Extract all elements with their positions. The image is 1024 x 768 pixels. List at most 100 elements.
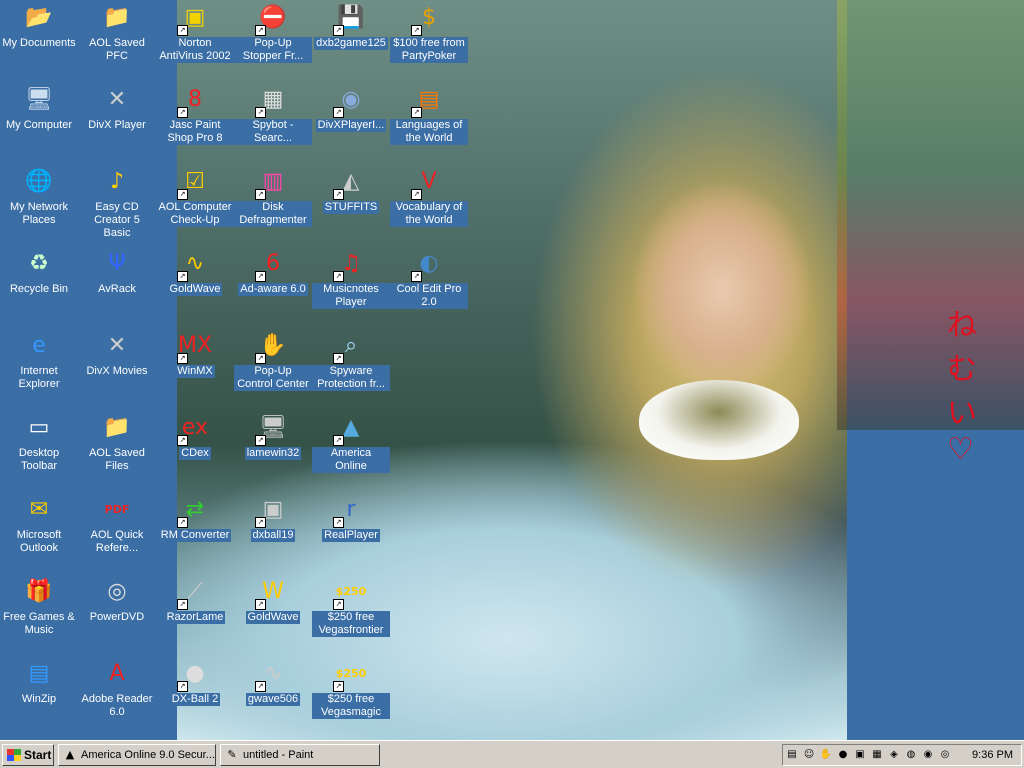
desktop-icon-checkup[interactable]: ☑ ↗ AOL Computer Check-Up — [156, 166, 234, 227]
paintshop-icon: 8 ↗ — [177, 84, 211, 118]
desktop-icon-goldwave[interactable]: W ↗ GoldWave — [234, 576, 312, 624]
tray-notepad-icon[interactable]: ▤ — [785, 748, 799, 762]
desktop-icon-folder-documents[interactable]: 📂 My Documents — [0, 2, 78, 50]
hand-stop-icon: ✋ ↗ — [255, 330, 289, 364]
tray-realplayer-icon[interactable]: ◎ — [938, 748, 952, 762]
desktop-icon-pdf[interactable]: PDF AOL Quick Refere... — [78, 494, 156, 555]
tray-network-icon[interactable]: ◉ — [921, 748, 935, 762]
shortcut-arrow-icon: ↗ — [177, 435, 188, 446]
winmx-icon: MX ↗ — [177, 330, 212, 364]
shortcut-arrow-icon: ↗ — [333, 189, 344, 200]
desktop-icon-spybot[interactable]: ▦ ↗ Spybot - Searc... — [234, 84, 312, 145]
desktop-icon-norton[interactable]: ▣ ↗ Norton AntiVirus 2002 — [156, 2, 234, 63]
desktop-icon-aol[interactable]: ▲ ↗ America Online — [312, 412, 390, 473]
cd-creator-icon-glyph: ♪ — [109, 169, 125, 194]
desktop-icon-installer-disc[interactable]: ◉ ↗ DivXPlayerI... — [312, 84, 390, 132]
recycle-bin-icon-glyph: ♻ — [29, 251, 49, 276]
desktop-icon-rm-converter[interactable]: ⇄ ↗ RM Converter — [156, 494, 234, 542]
taskbar: Start ▲ America Online 9.0 Secur... ✎ untit… — [0, 740, 1024, 768]
desktop-icon-lame[interactable]: 🖥 ↗ lamewin32 — [234, 412, 312, 460]
folder-documents-icon-glyph: 📂 — [25, 5, 53, 30]
desktop-icon-outlook[interactable]: ✉ Microsoft Outlook — [0, 494, 78, 555]
cdex-icon: ex ↗ — [177, 412, 211, 446]
desktop-icon-folder[interactable]: 📁 AOL Saved PFC — [78, 2, 156, 63]
tray-monitor-icon[interactable]: ▣ — [853, 748, 867, 762]
desktop-icon-vegas[interactable]: $250 ↗ $250 free Vegasfrontier — [312, 576, 390, 637]
desktop-icon-casino-chip[interactable]: $ ↗ $100 free from PartyPoker — [390, 2, 468, 63]
desktop-icon-gift[interactable]: 🎁 Free Games & Music — [0, 576, 78, 637]
desktop-icon-vocabulary[interactable]: V ↗ Vocabulary of the World — [390, 166, 468, 227]
clock[interactable]: 9:36 PM — [972, 749, 1013, 761]
tray-green-icon[interactable]: ● — [836, 748, 850, 762]
tray-shield-icon[interactable]: ◈ — [887, 748, 901, 762]
desktop-icon-label: Easy CD Creator 5 Basic — [94, 201, 140, 239]
desktop-icon-cdex[interactable]: ex ↗ CDex — [156, 412, 234, 460]
desktop-icon-label: My Computer — [5, 119, 73, 131]
desktop-icon-computer[interactable]: 🖥 My Computer — [0, 84, 78, 132]
desktop-icon-dxball-installer[interactable]: ▣ ↗ dxball19 — [234, 494, 312, 542]
desktop-icon-folder[interactable]: 📁 AOL Saved Files — [78, 412, 156, 473]
desktop-icon-label: Pop-Up Control Center — [234, 365, 312, 391]
tray-picture-icon[interactable]: ▦ — [870, 748, 884, 762]
desktop-icon-ie[interactable]: e Internet Explorer — [0, 330, 78, 391]
desktop-icon-winzip[interactable]: ▤ WinZip — [0, 658, 78, 706]
taskbar-button-paint[interactable]: ✎ untitled - Paint — [220, 744, 380, 766]
vocabulary-icon: V ↗ — [411, 166, 445, 200]
desktop-icon-divx-movies[interactable]: ✕ DivX Movies — [78, 330, 156, 378]
desktop-icon-cooledit[interactable]: ◐ ↗ Cool Edit Pro 2.0 — [390, 248, 468, 309]
desktop-icon-toolbar[interactable]: ▭ Desktop Toolbar — [0, 412, 78, 473]
desktop-icon-dvd[interactable]: ◎ PowerDVD — [78, 576, 156, 624]
desktop-icon-label: Free Games & Music — [3, 611, 75, 636]
installer-disc-icon: ◉ ↗ — [333, 84, 367, 118]
shortcut-arrow-icon: ↗ — [255, 25, 266, 36]
shortcut-arrow-icon: ↗ — [177, 25, 188, 36]
desktop-icon-defrag[interactable]: ▥ ↗ Disk Defragmenter — [234, 166, 312, 227]
desktop-icon-divx[interactable]: ✕ DivX Player — [78, 84, 156, 132]
shortcut-arrow-icon: ↗ — [333, 107, 344, 118]
desktop-icon-stuffit[interactable]: ◭ ↗ STUFFITS — [312, 166, 390, 214]
spybot-icon: ▦ ↗ — [255, 84, 289, 118]
desktop-icon-label: Desktop Toolbar — [18, 447, 60, 472]
desktop-icon-razor[interactable]: ⟋ ↗ RazorLame — [156, 576, 234, 624]
desktop-icon-telescope[interactable]: ⌕ ↗ Spyware Protection fr... — [312, 330, 390, 391]
tray-globe-icon[interactable]: ◍ — [904, 748, 918, 762]
desktop-icon-winmx[interactable]: MX ↗ WinMX — [156, 330, 234, 378]
wallpaper-bowl — [639, 380, 799, 460]
desktop-icon-label: Jasc Paint Shop Pro 8 — [156, 119, 234, 145]
desktop-icon-installer[interactable]: ∿ ↗ gwave506 — [234, 658, 312, 706]
tray-hand-icon[interactable]: ✋ — [819, 748, 833, 762]
windows-logo-icon — [7, 749, 21, 761]
desktop-icon-ball[interactable]: ● ↗ DX-Ball 2 — [156, 658, 234, 706]
aol-icon: ▲ ↗ — [333, 412, 367, 446]
desktop-icon-cd-creator[interactable]: ♪ Easy CD Creator 5 Basic — [78, 166, 156, 240]
desktop-icon-label: gwave506 — [245, 693, 301, 706]
desktop-icon-installer[interactable]: 💾 ↗ dxb2game125 — [312, 2, 390, 50]
desktop-icon-recycle-bin[interactable]: ♻ Recycle Bin — [0, 248, 78, 296]
dvd-icon: ◎ — [101, 576, 133, 608]
desktop-icon-languages[interactable]: ▤ ↗ Languages of the World — [390, 84, 468, 145]
goldwave-icon: W ↗ — [255, 576, 289, 610]
desktop-icon-label: AOL Saved Files — [89, 447, 145, 472]
desktop-icon-musicnotes[interactable]: ♫ ↗ Musicnotes Player — [312, 248, 390, 309]
desktop-icon-adobe-reader[interactable]: A Adobe Reader 6.0 — [78, 658, 156, 719]
desktop-icon-goldwave[interactable]: ∿ ↗ GoldWave — [156, 248, 234, 296]
shortcut-arrow-icon: ↗ — [333, 681, 344, 692]
start-button[interactable]: Start — [2, 744, 54, 766]
desktop-icon-vegas[interactable]: $250 ↗ $250 free Vegasmagic — [312, 658, 390, 719]
taskbar-button-aol[interactable]: ▲ America Online 9.0 Secur... — [58, 744, 216, 766]
desktop-icon-label: DivX Movies — [86, 365, 148, 377]
desktop-icon-hand-stop[interactable]: ✋ ↗ Pop-Up Control Center — [234, 330, 312, 391]
desktop-icon-avrack[interactable]: Ψ AvRack — [78, 248, 156, 296]
adobe-reader-icon: A — [101, 658, 133, 690]
desktop-icon-realplayer[interactable]: r ↗ RealPlayer — [312, 494, 390, 542]
desktop-icon-adaware[interactable]: 6 ↗ Ad-aware 6.0 — [234, 248, 312, 296]
desktop-icon-paintshop[interactable]: 8 ↗ Jasc Paint Shop Pro 8 — [156, 84, 234, 145]
pdf-icon: PDF — [101, 494, 133, 526]
desktop-icon-network[interactable]: 🌐 My Network Places — [0, 166, 78, 227]
desktop-icon-label: Norton AntiVirus 2002 — [156, 37, 234, 63]
desktop-icon-popup-stopper[interactable]: ⛔ ↗ Pop-Up Stopper Fr... — [234, 2, 312, 63]
desktop-icon-label: My Network Places — [9, 201, 69, 226]
desktop-icon-label: Spybot - Searc... — [234, 119, 312, 145]
razor-icon-glyph: ⟋ — [187, 579, 203, 604]
tray-people-icon[interactable]: ☺ — [802, 748, 816, 762]
